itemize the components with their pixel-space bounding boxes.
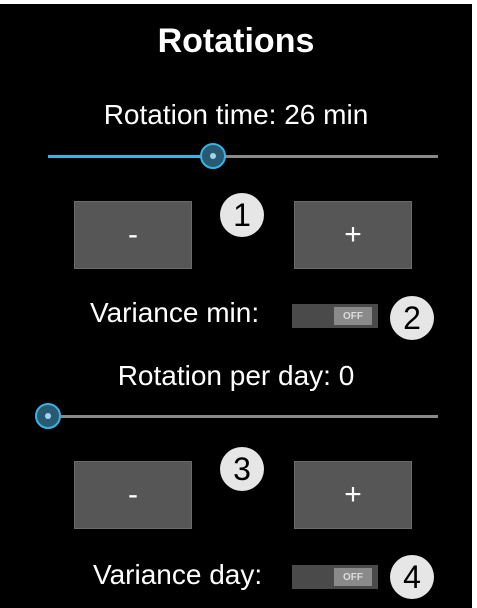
rotation-per-day-increase-button[interactable]: + — [294, 461, 412, 529]
rotation-time-slider-fill — [48, 155, 213, 158]
rotation-per-day-slider-track[interactable] — [48, 415, 438, 418]
rotation-per-day-slider-thumb[interactable] — [35, 403, 61, 429]
callout-badge-1: 1 — [220, 193, 264, 237]
rotation-time-decrease-button[interactable]: - — [74, 201, 192, 269]
variance-day-label: Variance day: — [93, 559, 263, 590]
rotations-panel: Rotations Rotation time: 26 min - 1 + Va… — [0, 4, 472, 608]
variance-day-toggle[interactable]: OFF — [292, 565, 378, 589]
callout-badge-2: 2 — [390, 296, 434, 340]
rotation-per-day-label: Rotation per day: 0 — [117, 360, 355, 391]
variance-min-toggle[interactable]: OFF — [292, 304, 378, 328]
callout-badge-4: 4 — [390, 555, 434, 599]
rotation-time-slider-thumb[interactable] — [200, 143, 226, 169]
callout-badge-3: 3 — [220, 447, 264, 491]
rotation-time-label: Rotation time: 26 min — [103, 99, 369, 130]
variance-day-toggle-knob: OFF — [334, 568, 372, 586]
rotation-time-increase-button[interactable]: + — [294, 201, 412, 269]
page-title: Rotations — [157, 22, 315, 60]
variance-min-label: Variance min: — [90, 297, 260, 328]
variance-min-toggle-knob: OFF — [334, 307, 372, 325]
rotation-per-day-decrease-button[interactable]: - — [74, 461, 192, 529]
